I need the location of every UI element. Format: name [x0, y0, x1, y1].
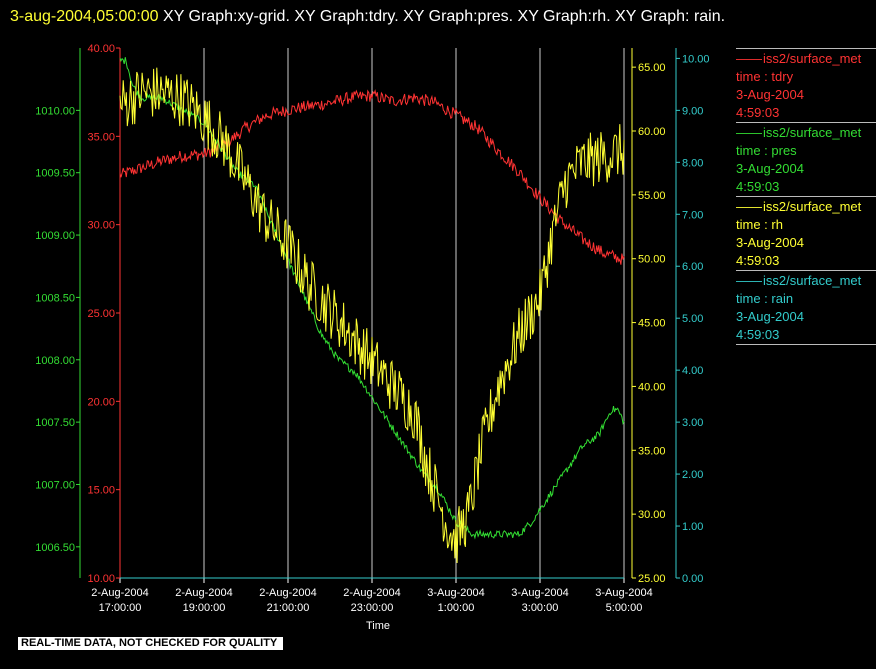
- y-tick-label-pres: 1008.00: [35, 355, 75, 367]
- x-tick-date: 2-Aug-2004: [175, 587, 233, 599]
- legend-entry-tdry: iss2/surface_met time : tdry 3-Aug-2004 …: [736, 48, 876, 122]
- legend-series-name: iss2/surface_met: [736, 50, 876, 68]
- legend-entry-rh: iss2/surface_met time : rh 3-Aug-2004 4:…: [736, 196, 876, 270]
- y-tick-label-rain: 10.00: [682, 53, 710, 65]
- x-tick-label: 2-Aug-2004 19:00:00: [175, 587, 233, 614]
- y-tick-label-rh: 35.00: [638, 445, 666, 457]
- x-tick-date: 2-Aug-2004: [343, 587, 401, 599]
- legend-series-field: time : rh: [736, 217, 783, 232]
- legend-series-date: 3-Aug-2004: [736, 161, 804, 176]
- x-tick-time: 23:00:00: [351, 602, 394, 614]
- y-tick-label-tdry: 30.00: [87, 220, 115, 232]
- x-tick-label: 3-Aug-2004 3:00:00: [511, 587, 569, 614]
- x-tick-date: 3-Aug-2004: [595, 587, 653, 599]
- y-tick-label-rh: 65.00: [638, 62, 666, 74]
- y-tick-label-rh: 50.00: [638, 254, 666, 266]
- legend-series-name: iss2/surface_met: [736, 272, 876, 290]
- y-tick-label-rh: 40.00: [638, 381, 666, 393]
- legend-series-time: 4:59:03: [736, 179, 780, 194]
- y-tick-label-rain: 9.00: [682, 105, 703, 117]
- y-tick-label-pres: 1009.00: [35, 230, 75, 242]
- legend-series-date: 3-Aug-2004: [736, 87, 804, 102]
- y-tick-label-pres: 1007.50: [35, 417, 75, 429]
- legend-series-name: iss2/surface_met: [736, 124, 876, 142]
- x-tick-label: 3-Aug-2004 5:00:00: [595, 587, 653, 614]
- y-tick-label-rh: 30.00: [638, 509, 666, 521]
- quality-notice: REAL-TIME DATA, NOT CHECKED FOR QUALITY: [18, 637, 284, 650]
- y-tick-label-rain: 4.00: [682, 365, 703, 377]
- x-tick-label: 2-Aug-2004 17:00:00: [91, 587, 149, 614]
- legend-entry-pres: iss2/surface_met time : pres 3-Aug-2004 …: [736, 122, 876, 196]
- legend-series-time: 4:59:03: [736, 105, 780, 120]
- legend-series-name: iss2/surface_met: [736, 198, 876, 216]
- legend-series-field: time : rain: [736, 291, 794, 306]
- y-tick-label-tdry: 10.00: [87, 573, 115, 585]
- legend-series-time: 4:59:03: [736, 327, 780, 342]
- y-tick-label-tdry: 35.00: [87, 131, 115, 143]
- y-tick-label-rain: 3.00: [682, 417, 703, 429]
- x-tick-date: 2-Aug-2004: [259, 587, 317, 599]
- y-tick-label-rh: 55.00: [638, 190, 666, 202]
- y-tick-label-rain: 2.00: [682, 469, 703, 481]
- x-tick-time: 21:00:00: [267, 602, 310, 614]
- y-tick-label-tdry: 25.00: [87, 308, 115, 320]
- legend-series-field: time : pres: [736, 143, 797, 158]
- y-tick-label-rain: 0.00: [682, 573, 703, 585]
- y-tick-label-rh: 25.00: [638, 573, 666, 585]
- y-tick-label-rh: 60.00: [638, 126, 666, 138]
- y-tick-label-rain: 5.00: [682, 313, 703, 325]
- x-tick-date: 3-Aug-2004: [511, 587, 569, 599]
- y-tick-label-rain: 1.00: [682, 521, 703, 533]
- y-tick-label-pres: 1009.50: [35, 168, 75, 180]
- x-tick-time: 17:00:00: [99, 602, 142, 614]
- y-tick-label-rain: 7.00: [682, 209, 703, 221]
- x-tick-time: 3:00:00: [522, 602, 559, 614]
- y-tick-label-pres: 1007.00: [35, 479, 75, 491]
- x-tick-date: 2-Aug-2004: [91, 587, 149, 599]
- y-tick-label-pres: 1010.00: [35, 105, 75, 117]
- x-tick-time: 1:00:00: [438, 602, 475, 614]
- y-tick-label-rain: 8.00: [682, 157, 703, 169]
- x-tick-date: 3-Aug-2004: [427, 587, 485, 599]
- x-tick-label: 2-Aug-2004 21:00:00: [259, 587, 317, 614]
- legend: iss2/surface_met time : tdry 3-Aug-2004 …: [736, 48, 876, 345]
- legend-series-date: 3-Aug-2004: [736, 309, 804, 324]
- y-tick-label-tdry: 40.00: [87, 43, 115, 55]
- y-tick-label-pres: 1008.50: [35, 292, 75, 304]
- x-tick-time: 5:00:00: [606, 602, 643, 614]
- y-tick-label-rh: 45.00: [638, 318, 666, 330]
- y-tick-label-pres: 1006.50: [35, 542, 75, 554]
- y-tick-label-rain: 6.00: [682, 261, 703, 273]
- legend-entry-rain: iss2/surface_met time : rain 3-Aug-2004 …: [736, 270, 876, 345]
- x-tick-label: 3-Aug-2004 1:00:00: [427, 587, 485, 614]
- legend-series-time: 4:59:03: [736, 253, 780, 268]
- y-tick-label-tdry: 20.00: [87, 396, 115, 408]
- x-tick-label: 2-Aug-2004 23:00:00: [343, 587, 401, 614]
- x-tick-time: 19:00:00: [183, 602, 226, 614]
- legend-series-field: time : tdry: [736, 69, 794, 84]
- y-tick-label-tdry: 15.00: [87, 485, 115, 497]
- legend-series-date: 3-Aug-2004: [736, 235, 804, 250]
- x-axis-label: Time: [366, 620, 390, 632]
